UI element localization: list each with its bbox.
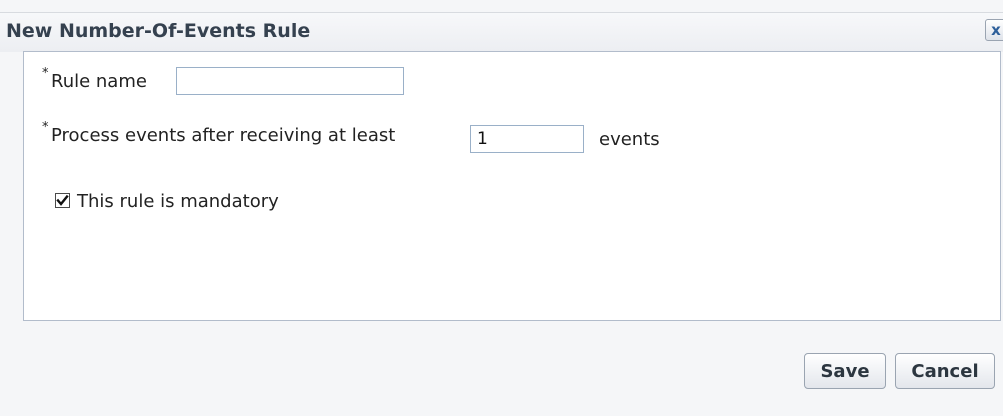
events-count-input[interactable] [470, 125, 584, 153]
save-button[interactable]: Save [804, 353, 886, 389]
mandatory-checkbox[interactable] [55, 193, 70, 208]
dialog-title: New Number-Of-Events Rule [6, 20, 311, 42]
process-events-label: Process events after receiving at least [51, 125, 396, 146]
close-button[interactable]: x [985, 19, 1003, 41]
new-rule-dialog: New Number-Of-Events Rule x * Rule name … [0, 0, 1003, 416]
required-marker: * [42, 66, 49, 81]
dialog-title-bar: New Number-Of-Events Rule x [0, 12, 1003, 52]
close-icon: x [991, 21, 1001, 39]
cancel-button[interactable]: Cancel [895, 353, 995, 389]
checkmark-icon [56, 194, 69, 206]
rule-name-input[interactable] [176, 67, 404, 95]
form-panel: * Rule name * Process events after recei… [23, 51, 1001, 321]
mandatory-label: This rule is mandatory [77, 191, 279, 212]
required-marker: * [42, 120, 49, 135]
rule-name-label: Rule name [51, 71, 147, 92]
events-suffix-label: events [599, 129, 660, 150]
